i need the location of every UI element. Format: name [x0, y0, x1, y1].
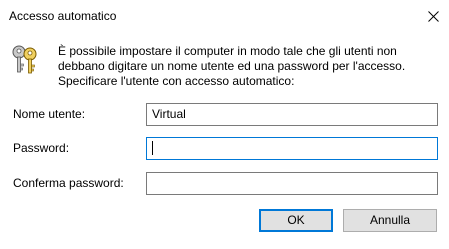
- close-icon: [427, 10, 439, 22]
- close-button[interactable]: [417, 0, 449, 32]
- cancel-button[interactable]: Annulla: [343, 209, 437, 232]
- confirm-password-label: Conferma password:: [13, 176, 124, 190]
- description-line: debbano digitare un nome utente ed una p…: [58, 59, 406, 73]
- username-label: Nome utente:: [13, 107, 86, 121]
- description-line: Specificare l'utente con accesso automat…: [58, 74, 295, 88]
- description-text: È possibile impostare il computer in mod…: [58, 44, 438, 89]
- auto-logon-dialog: Accesso automatico È possibile impostare: [0, 0, 449, 249]
- ok-button[interactable]: OK: [259, 209, 333, 232]
- username-field[interactable]: Virtual: [146, 103, 438, 126]
- description-line: È possibile impostare il computer in mod…: [58, 44, 397, 58]
- password-label: Password:: [13, 141, 70, 155]
- window-title: Accesso automatico: [9, 9, 117, 23]
- title-bar: Accesso automatico: [0, 0, 449, 32]
- confirm-password-field[interactable]: [146, 172, 438, 195]
- keys-icon: [12, 45, 37, 74]
- password-field[interactable]: [146, 137, 438, 160]
